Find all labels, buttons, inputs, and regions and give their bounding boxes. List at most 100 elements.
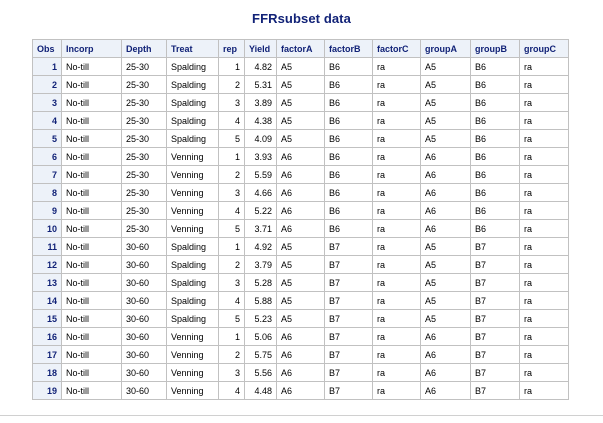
table-cell-groupa: A6: [420, 165, 471, 184]
row-obs-number: 12: [32, 255, 62, 274]
table-cell-groupa: A6: [420, 381, 471, 400]
table-cell-yield: 5.22: [244, 201, 277, 220]
table-cell-incorp: No-till: [61, 147, 122, 166]
table-cell-depth: 25-30: [121, 183, 167, 202]
table-cell-groupb: B6: [470, 111, 520, 130]
table-cell-yield: 4.09: [244, 129, 277, 148]
table-cell-rep: 2: [218, 345, 245, 364]
table-cell-groupa: A6: [420, 183, 471, 202]
table-cell-rep: 1: [218, 147, 245, 166]
table-cell-incorp: No-till: [61, 291, 122, 310]
row-obs-number: 16: [32, 327, 62, 346]
table-cell-yield: 3.93: [244, 147, 277, 166]
table-cell-groupb: B7: [470, 363, 520, 382]
table-cell-yield: 4.82: [244, 57, 277, 76]
table-cell-depth: 25-30: [121, 201, 167, 220]
table-cell-incorp: No-till: [61, 93, 122, 112]
table-cell-rep: 2: [218, 255, 245, 274]
table-cell-factorb: B7: [324, 273, 373, 292]
table-cell-factorc: ra: [372, 345, 421, 364]
table-cell-depth: 25-30: [121, 75, 167, 94]
row-obs-number: 11: [32, 237, 62, 256]
row-obs-number: 10: [32, 219, 62, 238]
table-cell-groupc: ra: [519, 201, 569, 220]
table-cell-factorc: ra: [372, 201, 421, 220]
table-cell-factora: A5: [276, 291, 325, 310]
table-cell-yield: 4.48: [244, 381, 277, 400]
table-cell-rep: 3: [218, 363, 245, 382]
table-cell-factorc: ra: [372, 129, 421, 148]
table-cell-groupa: A5: [420, 273, 471, 292]
table-cell-treat: Venning: [166, 327, 219, 346]
table-cell-treat: Spalding: [166, 129, 219, 148]
table-cell-incorp: No-till: [61, 129, 122, 148]
table-cell-groupb: B6: [470, 165, 520, 184]
table-cell-treat: Spalding: [166, 237, 219, 256]
table-cell-groupb: B7: [470, 309, 520, 328]
table-cell-treat: Venning: [166, 219, 219, 238]
table-cell-groupc: ra: [519, 363, 569, 382]
table-cell-treat: Spalding: [166, 255, 219, 274]
table-cell-factorc: ra: [372, 273, 421, 292]
table-cell-groupa: A5: [420, 111, 471, 130]
table-cell-factorb: B7: [324, 291, 373, 310]
table-cell-factora: A5: [276, 75, 325, 94]
table-cell-groupb: B6: [470, 147, 520, 166]
table-viewport[interactable]: Obs Incorp Depth Treat rep Yield factorA factor…: [32, 39, 574, 412]
table-cell-treat: Venning: [166, 165, 219, 184]
table-cell-yield: 5.06: [244, 327, 277, 346]
table-cell-rep: 1: [218, 57, 245, 76]
table-cell-incorp: No-till: [61, 363, 122, 382]
table-cell-factorc: ra: [372, 309, 421, 328]
table-cell-incorp: No-till: [61, 255, 122, 274]
table-cell-factorb: B7: [324, 309, 373, 328]
table-cell-factorb: B6: [324, 183, 373, 202]
column-header-groupa: groupA: [420, 39, 471, 58]
row-obs-number: 3: [32, 93, 62, 112]
table-cell-rep: 5: [218, 309, 245, 328]
table-cell-depth: 30-60: [121, 291, 167, 310]
table-cell-factorc: ra: [372, 111, 421, 130]
table-row: 3 No-till 25-30 Spalding 3 3.89 A5 B6 ra A5 B6 ra: [32, 93, 569, 112]
table-cell-depth: 30-60: [121, 345, 167, 364]
table-cell-groupa: A6: [420, 219, 471, 238]
table-cell-factora: A5: [276, 255, 325, 274]
table-row: 13 No-till 30-60 Spalding 3 5.28 A5 B7 ra A5 B7 ra: [32, 273, 569, 292]
table-cell-groupc: ra: [519, 93, 569, 112]
table-cell-yield: 5.88: [244, 291, 277, 310]
table-row: 14 No-till 30-60 Spalding 4 5.88 A5 B7 ra A5 B7 ra: [32, 291, 569, 310]
table-cell-factorc: ra: [372, 291, 421, 310]
table-cell-factorc: ra: [372, 381, 421, 400]
table-cell-rep: 3: [218, 273, 245, 292]
row-obs-number: 1: [32, 57, 62, 76]
table-cell-treat: Spalding: [166, 75, 219, 94]
row-obs-number: 9: [32, 201, 62, 220]
column-header-factorc: factorC: [372, 39, 421, 58]
table-cell-factora: A6: [276, 219, 325, 238]
row-obs-number: 14: [32, 291, 62, 310]
table-cell-yield: 5.59: [244, 165, 277, 184]
table-cell-incorp: No-till: [61, 165, 122, 184]
table-cell-yield: 4.92: [244, 237, 277, 256]
table-cell-yield: 5.28: [244, 273, 277, 292]
table-cell-depth: 30-60: [121, 381, 167, 400]
table-cell-groupc: ra: [519, 273, 569, 292]
table-cell-groupc: ra: [519, 111, 569, 130]
table-cell-yield: 3.89: [244, 93, 277, 112]
table-row: 12 No-till 30-60 Spalding 2 3.79 A5 B7 ra A5 B7 ra: [32, 255, 569, 274]
table-cell-groupc: ra: [519, 219, 569, 238]
table-row: 2 No-till 25-30 Spalding 2 5.31 A5 B6 ra A5 B6 ra: [32, 75, 569, 94]
table-row: 7 No-till 25-30 Venning 2 5.59 A6 B6 ra A6 B6 ra: [32, 165, 569, 184]
table-cell-yield: 5.31: [244, 75, 277, 94]
table-cell-treat: Spalding: [166, 93, 219, 112]
table-cell-yield: 3.79: [244, 255, 277, 274]
table-cell-factora: A5: [276, 57, 325, 76]
table-cell-groupa: A5: [420, 129, 471, 148]
table-cell-groupc: ra: [519, 237, 569, 256]
table-cell-depth: 30-60: [121, 273, 167, 292]
table-cell-factorc: ra: [372, 255, 421, 274]
table-cell-factorb: B6: [324, 147, 373, 166]
table-cell-rep: 2: [218, 165, 245, 184]
column-header-depth: Depth: [121, 39, 167, 58]
table-cell-rep: 4: [218, 381, 245, 400]
